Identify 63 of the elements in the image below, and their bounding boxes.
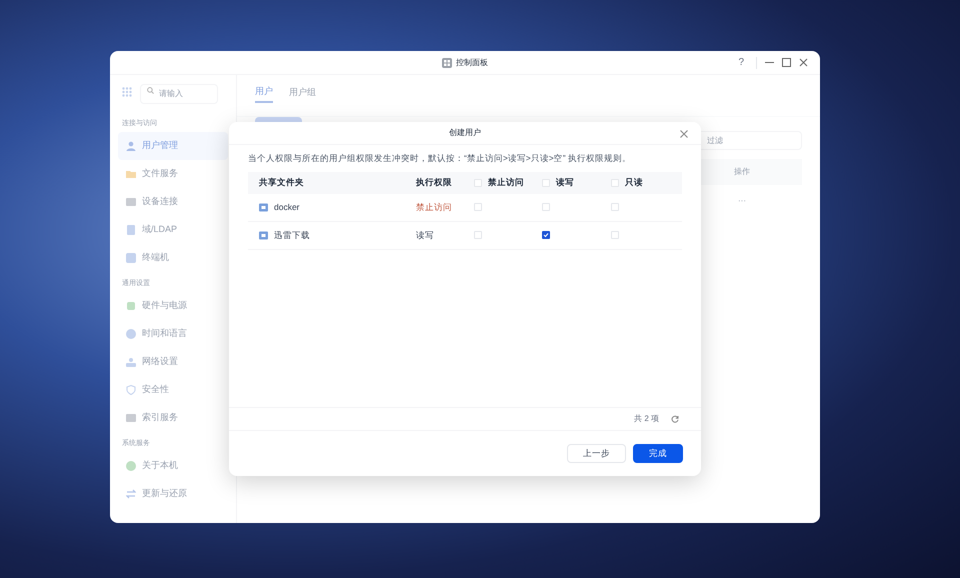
maximize-icon[interactable]	[782, 58, 791, 67]
apps-icon[interactable]	[122, 87, 132, 97]
column-header: 共享文件夹	[259, 176, 304, 190]
column-header: 禁止访问	[488, 176, 524, 190]
close-icon[interactable]	[680, 130, 688, 138]
checkbox[interactable]	[474, 203, 482, 212]
folder-icon	[126, 169, 136, 179]
checkbox[interactable]	[611, 203, 619, 212]
checkbox[interactable]	[474, 231, 482, 240]
refresh-icon[interactable]	[671, 415, 679, 423]
more-actions[interactable]: ···	[738, 195, 746, 207]
sidebar-item[interactable]: 更新与还原	[118, 480, 228, 508]
app-grid-icon	[442, 58, 452, 68]
item-count: 共 2 项	[634, 413, 659, 425]
terminal-icon	[126, 253, 136, 263]
monitor-icon	[126, 197, 136, 207]
tab[interactable]: 用户组	[289, 83, 316, 103]
back-button[interactable]: 上一步	[567, 444, 626, 463]
column-header: 只读	[625, 176, 643, 190]
database-icon	[126, 413, 136, 423]
sidebar-item[interactable]: 终端机	[118, 244, 228, 272]
checkbox[interactable]	[611, 178, 619, 187]
checkbox[interactable]	[611, 231, 619, 240]
window-title: 控制面板	[456, 56, 488, 68]
conflict-note: 当个人权限与所在的用户组权限发生冲突时，默认按：“禁止访问>读写>只读>空” 执行权限规则。	[247, 152, 632, 165]
sidebar-item[interactable]: 索引服务	[118, 404, 228, 432]
server-icon	[126, 225, 136, 235]
finish-button[interactable]: 完成	[633, 444, 683, 463]
shield-icon	[126, 385, 136, 395]
chip-icon	[126, 301, 136, 311]
permission-text: 禁止访问	[416, 202, 452, 212]
sidebar-item[interactable]: 安全性	[118, 376, 228, 404]
sidebar-item[interactable]: 时间和语言	[118, 320, 228, 348]
checkbox[interactable]	[542, 231, 550, 240]
column-header: 读写	[556, 176, 574, 190]
sync-icon	[126, 489, 136, 499]
folder-name: docker	[274, 200, 300, 214]
column-header: 执行权限	[416, 176, 452, 190]
sidebar-item[interactable]: 网络设置	[118, 348, 228, 376]
sidebar-item[interactable]: 关于本机	[118, 452, 228, 480]
sidebar-item[interactable]: 域/LDAP	[118, 216, 228, 244]
network-icon	[126, 357, 136, 367]
search-icon	[147, 87, 154, 94]
checkbox[interactable]	[542, 178, 550, 187]
shared-folder-icon	[259, 230, 268, 240]
info-icon	[126, 461, 136, 471]
dialog-title: 创建用户	[449, 127, 481, 139]
sidebar-item[interactable]: 文件服务	[118, 160, 228, 188]
globe-icon	[126, 329, 136, 339]
tab[interactable]: 用户	[255, 83, 273, 103]
close-icon[interactable]	[799, 58, 808, 67]
person-icon	[126, 141, 136, 151]
checkbox[interactable]	[474, 178, 482, 187]
checkbox[interactable]	[542, 203, 550, 212]
sidebar-item[interactable]: 用户管理	[118, 132, 228, 160]
permission-text: 读写	[416, 230, 434, 240]
column-header: 操作	[734, 166, 750, 178]
sidebar-item[interactable]: 设备连接	[118, 188, 228, 216]
help-button[interactable]: ?	[734, 55, 748, 70]
shared-folder-icon	[259, 202, 268, 212]
folder-name: 迅雷下载	[274, 228, 310, 242]
sidebar-item[interactable]: 硬件与电源	[118, 292, 228, 320]
search-field[interactable]: 请输入	[140, 84, 218, 104]
